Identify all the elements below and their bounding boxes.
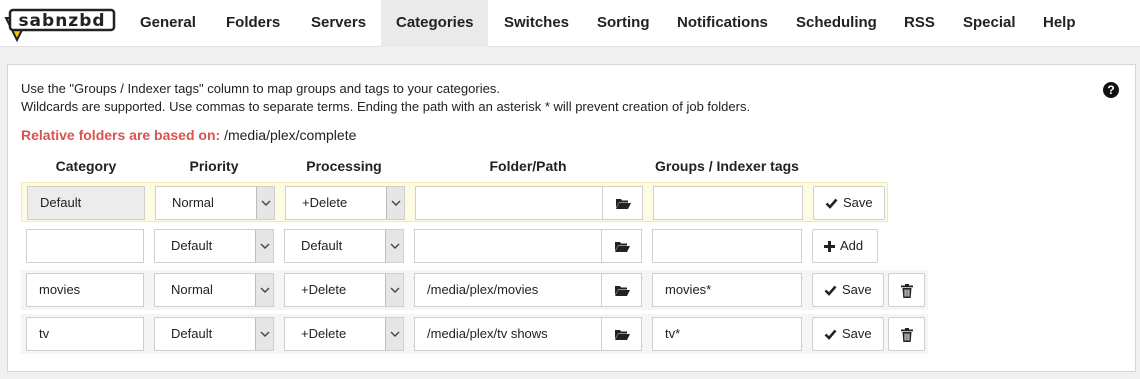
- help-line-1: Use the "Groups / Indexer tags" column t…: [21, 81, 500, 96]
- chevron-down-icon: [255, 230, 273, 262]
- groups-tags-input[interactable]: [652, 229, 802, 263]
- nav-switches[interactable]: Switches: [489, 0, 584, 47]
- folder-open-icon: [615, 242, 630, 252]
- chevron-down-icon: [386, 187, 404, 219]
- sabnzbd-logo[interactable]: sabnzbd: [4, 6, 116, 43]
- nav-special[interactable]: Special: [948, 0, 1031, 47]
- browse-folder-button[interactable]: [602, 186, 643, 220]
- folder-open-icon: [616, 199, 631, 209]
- trash-icon: [901, 284, 913, 298]
- top-navbar: sabnzbd General Folders Servers Categori…: [0, 0, 1140, 47]
- relative-folders-info: Relative folders are based on: /media/pl…: [21, 127, 356, 143]
- relative-folders-path: /media/plex/complete: [220, 127, 357, 143]
- nav-help[interactable]: Help: [1028, 0, 1091, 47]
- processing-value: Default: [301, 238, 343, 253]
- folder-open-icon: [615, 286, 630, 296]
- col-header-priority: Priority: [189, 158, 239, 174]
- col-header-groups: Groups / Indexer tags: [655, 158, 799, 174]
- delete-button[interactable]: [888, 273, 925, 307]
- add-label: Add: [840, 238, 864, 253]
- check-icon: [824, 329, 837, 340]
- nav-rss[interactable]: RSS: [889, 0, 950, 47]
- nav-folders[interactable]: Folders: [211, 0, 295, 47]
- category-row-movies: movies Normal +Delete /media/plex/movies…: [21, 270, 928, 310]
- folder-path-input[interactable]: [414, 229, 602, 263]
- nav-sorting[interactable]: Sorting: [582, 0, 665, 47]
- folder-path-input[interactable]: /media/plex/tv shows: [414, 317, 602, 351]
- priority-select[interactable]: Default: [154, 229, 274, 263]
- nav-general[interactable]: General: [125, 0, 211, 47]
- check-icon: [824, 285, 837, 296]
- chevron-down-icon: [385, 230, 403, 262]
- groups-tags-input[interactable]: [653, 186, 803, 220]
- priority-value: Default: [171, 326, 213, 341]
- relative-folders-label: Relative folders are based on:: [21, 127, 221, 143]
- processing-value: +Delete: [301, 282, 347, 297]
- category-row-default: Default Normal +Delete Save: [21, 182, 888, 222]
- priority-select[interactable]: Default: [154, 317, 274, 351]
- browse-folder-button[interactable]: [601, 317, 642, 351]
- priority-select[interactable]: Normal: [154, 273, 274, 307]
- processing-select[interactable]: +Delete: [284, 273, 404, 307]
- col-header-folder: Folder/Path: [489, 158, 567, 174]
- delete-button[interactable]: [888, 317, 925, 351]
- col-header-processing: Processing: [306, 158, 382, 174]
- priority-value: Default: [171, 238, 213, 253]
- category-name-input[interactable]: movies: [26, 273, 144, 307]
- chevron-down-icon: [385, 318, 403, 350]
- col-header-category: Category: [55, 158, 117, 174]
- help-line-2: Wildcards are supported. Use commas to s…: [21, 99, 751, 114]
- nav-servers[interactable]: Servers: [296, 0, 381, 47]
- browse-folder-button[interactable]: [601, 273, 642, 307]
- processing-value: +Delete: [302, 195, 348, 210]
- logo-text: sabnzbd: [18, 11, 105, 31]
- groups-tags-input[interactable]: tv*: [652, 317, 802, 351]
- nav-categories[interactable]: Categories: [381, 0, 488, 47]
- save-button[interactable]: Save: [812, 273, 884, 307]
- question-icon[interactable]: ?: [1103, 82, 1119, 98]
- category-name-field: Default: [27, 186, 145, 220]
- category-row-tv: tv Default +Delete /media/plex/tv shows …: [21, 314, 928, 354]
- browse-folder-button[interactable]: [601, 229, 642, 263]
- processing-value: +Delete: [301, 326, 347, 341]
- categories-panel: Use the "Groups / Indexer tags" column t…: [7, 64, 1136, 372]
- save-label: Save: [843, 195, 873, 210]
- save-label: Save: [842, 326, 872, 341]
- processing-select[interactable]: Default: [284, 229, 404, 263]
- add-button[interactable]: Add: [812, 229, 878, 263]
- chevron-down-icon: [385, 274, 403, 306]
- priority-select[interactable]: Normal: [155, 186, 275, 220]
- folder-path-input[interactable]: [415, 186, 603, 220]
- priority-value: Normal: [171, 282, 213, 297]
- chevron-down-icon: [255, 274, 273, 306]
- save-button[interactable]: Save: [813, 186, 885, 220]
- priority-value: Normal: [172, 195, 214, 210]
- save-label: Save: [842, 282, 872, 297]
- chevron-down-icon: [256, 187, 274, 219]
- save-button[interactable]: Save: [812, 317, 884, 351]
- plus-icon: [824, 241, 835, 253]
- check-icon: [825, 198, 838, 209]
- trash-icon: [901, 328, 913, 342]
- processing-select[interactable]: +Delete: [285, 186, 405, 220]
- category-row-new: Default Default Add: [21, 226, 888, 266]
- new-category-name-input[interactable]: [26, 229, 144, 263]
- nav-scheduling[interactable]: Scheduling: [781, 0, 892, 47]
- groups-tags-input[interactable]: movies*: [652, 273, 802, 307]
- folder-path-input[interactable]: /media/plex/movies: [414, 273, 602, 307]
- category-name-input[interactable]: tv: [26, 317, 144, 351]
- folder-open-icon: [615, 330, 630, 340]
- nav-notifications[interactable]: Notifications: [662, 0, 783, 47]
- processing-select[interactable]: +Delete: [284, 317, 404, 351]
- chevron-down-icon: [255, 318, 273, 350]
